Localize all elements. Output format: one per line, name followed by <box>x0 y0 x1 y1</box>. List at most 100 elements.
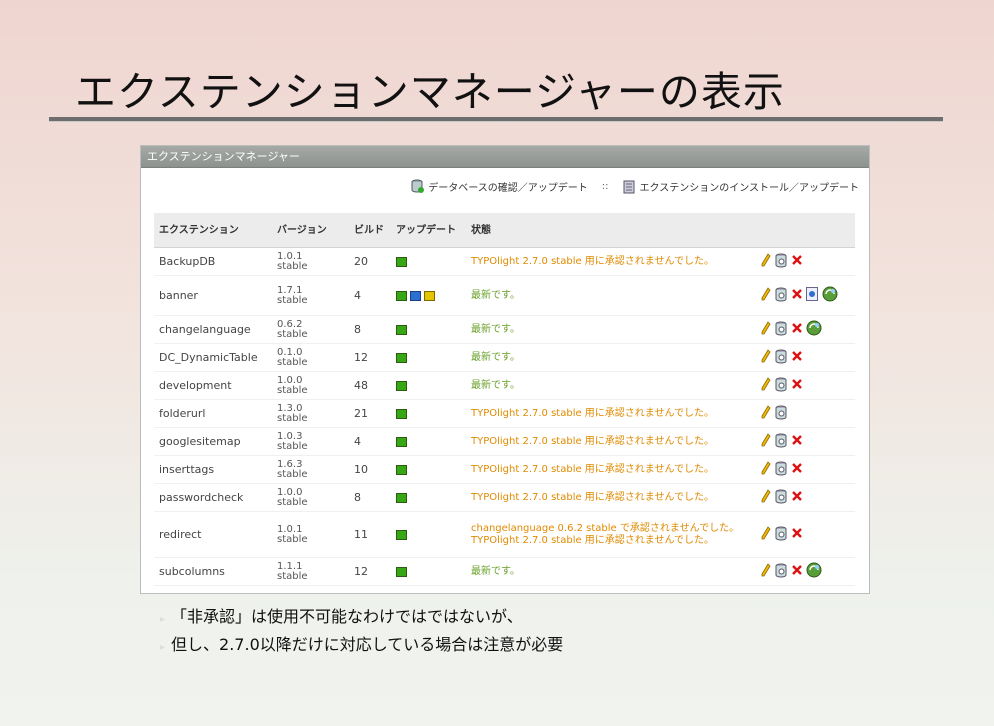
delete-icon[interactable] <box>792 379 802 392</box>
col-update[interactable]: アップデート <box>391 213 466 248</box>
status-cell: 最新です。 <box>466 315 756 344</box>
edit-icon[interactable] <box>761 526 771 543</box>
edit-icon[interactable] <box>761 433 771 450</box>
update-status-square-icon[interactable] <box>396 437 407 447</box>
db-check-update-link[interactable]: データベースの確認／アップデート <box>428 179 588 194</box>
extension-install-icon <box>623 179 636 194</box>
update-status-square-icon[interactable] <box>396 465 407 475</box>
version-cell: 1.0.1 stable <box>272 247 349 276</box>
status-text-2: TYPOlight 2.7.0 stable 用に承認されませんでした。 <box>471 534 714 546</box>
table-row: subcolumns 1.1.1 stable 12 最新です。 <box>154 557 855 586</box>
delete-icon[interactable] <box>792 289 802 302</box>
update-status-square-icon[interactable] <box>396 381 407 391</box>
extension-name: subcolumns <box>154 557 272 586</box>
col-version[interactable]: バージョン <box>272 213 349 248</box>
bullet-text: 但し、2.7.0以降だけに対応している場合は注意が必要 <box>171 635 564 654</box>
edit-icon[interactable] <box>761 405 771 422</box>
build-number: 12 <box>349 343 391 372</box>
update-globe-icon[interactable] <box>806 562 822 581</box>
update-globe-icon[interactable] <box>822 286 838 305</box>
version-tag: stable <box>277 533 308 545</box>
extension-name: banner <box>154 275 272 316</box>
delete-icon[interactable] <box>792 323 802 336</box>
update-status-square-icon[interactable] <box>396 353 407 363</box>
build-number: 4 <box>349 427 391 456</box>
status-text: TYPOlight 2.7.0 stable 用に承認されませんでした。 <box>471 491 714 503</box>
database-update-icon[interactable] <box>775 526 788 544</box>
delete-icon[interactable] <box>792 565 802 578</box>
edit-icon[interactable] <box>761 489 771 506</box>
info-icon[interactable] <box>806 287 818 304</box>
extension-name: BackupDB <box>154 247 272 276</box>
extension-install-link[interactable]: エクステンションのインストール／アップデート <box>640 179 860 194</box>
database-update-icon[interactable] <box>775 377 788 395</box>
status-text: 最新です。 <box>471 289 520 301</box>
delete-icon[interactable] <box>792 463 802 476</box>
version-tag: stable <box>277 570 308 582</box>
update-status-square-icon[interactable] <box>396 567 407 577</box>
database-update-icon[interactable] <box>775 563 788 581</box>
version-cell: 1.6.3 stable <box>272 455 349 484</box>
status-cell: TYPOlight 2.7.0 stable 用に承認されませんでした。 <box>466 427 756 456</box>
status-text: TYPOlight 2.7.0 stable 用に承認されませんでした。 <box>471 255 714 267</box>
actions-cell <box>756 511 855 558</box>
version-tag: stable <box>277 412 308 424</box>
build-number: 8 <box>349 483 391 512</box>
title-divider <box>49 117 943 122</box>
database-update-icon[interactable] <box>775 321 788 339</box>
status-cell: changelanguage 0.6.2 stable で承認されませんでした。… <box>466 511 756 558</box>
build-number: 8 <box>349 315 391 344</box>
bullet-marker-icon: ▸ <box>160 642 166 653</box>
database-update-icon[interactable] <box>775 253 788 271</box>
col-build[interactable]: ビルド <box>349 213 391 248</box>
database-update-icon[interactable] <box>775 287 788 305</box>
update-status-square-icon[interactable] <box>424 291 435 301</box>
panel-header: エクステンションマネージャー <box>141 146 869 168</box>
database-update-icon[interactable] <box>775 349 788 367</box>
actions-cell <box>756 343 855 372</box>
update-status-square-icon[interactable] <box>396 291 407 301</box>
extension-name: folderurl <box>154 399 272 428</box>
update-status-square-icon[interactable] <box>396 530 407 540</box>
update-cell <box>391 511 466 558</box>
slide-title: エクステンションマネージャーの表示 <box>75 68 785 116</box>
update-status-square-icon[interactable] <box>396 325 407 335</box>
database-update-icon[interactable] <box>775 461 788 479</box>
edit-icon[interactable] <box>761 321 771 338</box>
database-update-icon[interactable] <box>775 405 788 423</box>
delete-icon[interactable] <box>792 255 802 268</box>
edit-icon[interactable] <box>761 349 771 366</box>
status-cell: TYPOlight 2.7.0 stable 用に承認されませんでした。 <box>466 399 756 428</box>
extension-manager-panel: エクステンションマネージャー データベースの確認／アップデート :: エクステン… <box>140 145 870 594</box>
edit-icon[interactable] <box>761 287 771 304</box>
col-status[interactable]: 状態 <box>466 213 756 248</box>
update-status-square-icon[interactable] <box>396 493 407 503</box>
delete-icon[interactable] <box>792 491 802 504</box>
update-status-square-icon[interactable] <box>396 409 407 419</box>
bullet-item-1: ▸ 「非承認」は使用不可能なわけではではないが、 <box>160 606 563 634</box>
actions-cell <box>756 399 855 428</box>
actions-cell <box>756 315 855 344</box>
status-text: 最新です。 <box>471 351 520 363</box>
database-update-icon[interactable] <box>775 433 788 451</box>
version-tag: stable <box>277 260 308 272</box>
status-text: 最新です。 <box>471 323 520 335</box>
delete-icon[interactable] <box>792 351 802 364</box>
edit-icon[interactable] <box>761 461 771 478</box>
edit-icon[interactable] <box>761 253 771 270</box>
database-update-icon[interactable] <box>775 489 788 507</box>
version-tag: stable <box>277 328 308 340</box>
table-row: googlesitemap 1.0.3 stable 4 TYPOlight 2.7.0… <box>154 427 855 456</box>
edit-icon[interactable] <box>761 563 771 580</box>
build-number: 48 <box>349 371 391 400</box>
update-cell <box>391 399 466 428</box>
delete-icon[interactable] <box>792 435 802 448</box>
update-status-square-icon[interactable] <box>396 257 407 267</box>
col-extension[interactable]: エクステンション <box>154 213 272 248</box>
update-status-square-icon[interactable] <box>410 291 421 301</box>
status-cell: 最新です。 <box>466 557 756 586</box>
extension-name: passwordcheck <box>154 483 272 512</box>
update-globe-icon[interactable] <box>806 320 822 339</box>
delete-icon[interactable] <box>792 528 802 541</box>
edit-icon[interactable] <box>761 377 771 394</box>
